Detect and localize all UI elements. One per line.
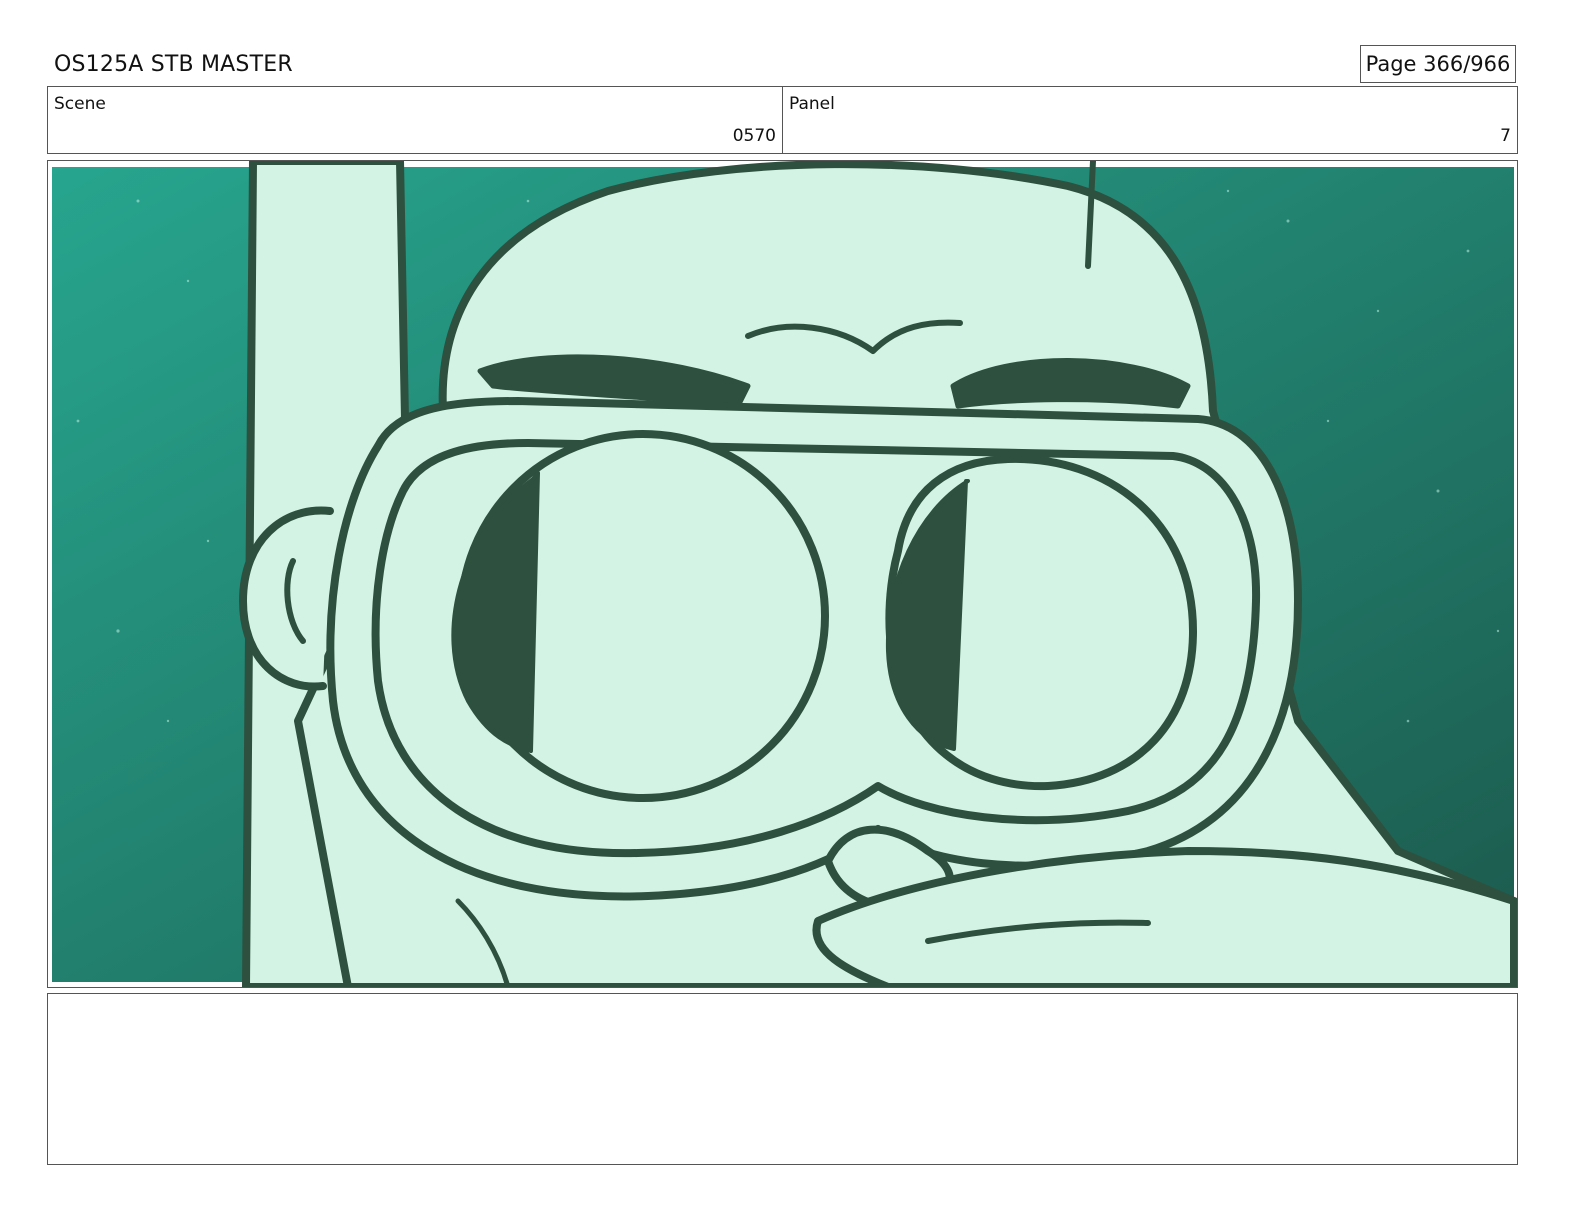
scene-number: 0570 bbox=[732, 126, 776, 146]
document-title: OS125A STB MASTER bbox=[54, 52, 293, 77]
panel-cell: Panel 7 bbox=[782, 87, 1517, 153]
scene-cell: Scene 0570 bbox=[48, 87, 782, 153]
scene-label: Scene bbox=[54, 94, 106, 114]
storyboard-panel bbox=[47, 160, 1518, 988]
panel-number: 7 bbox=[1500, 126, 1511, 146]
notes-box bbox=[47, 993, 1518, 1165]
panel-label: Panel bbox=[789, 94, 835, 114]
page-number: Page 366/966 bbox=[1360, 45, 1516, 83]
storyboard-drawing bbox=[52, 161, 1517, 987]
scene-panel-info: Scene 0570 Panel 7 bbox=[47, 86, 1518, 154]
